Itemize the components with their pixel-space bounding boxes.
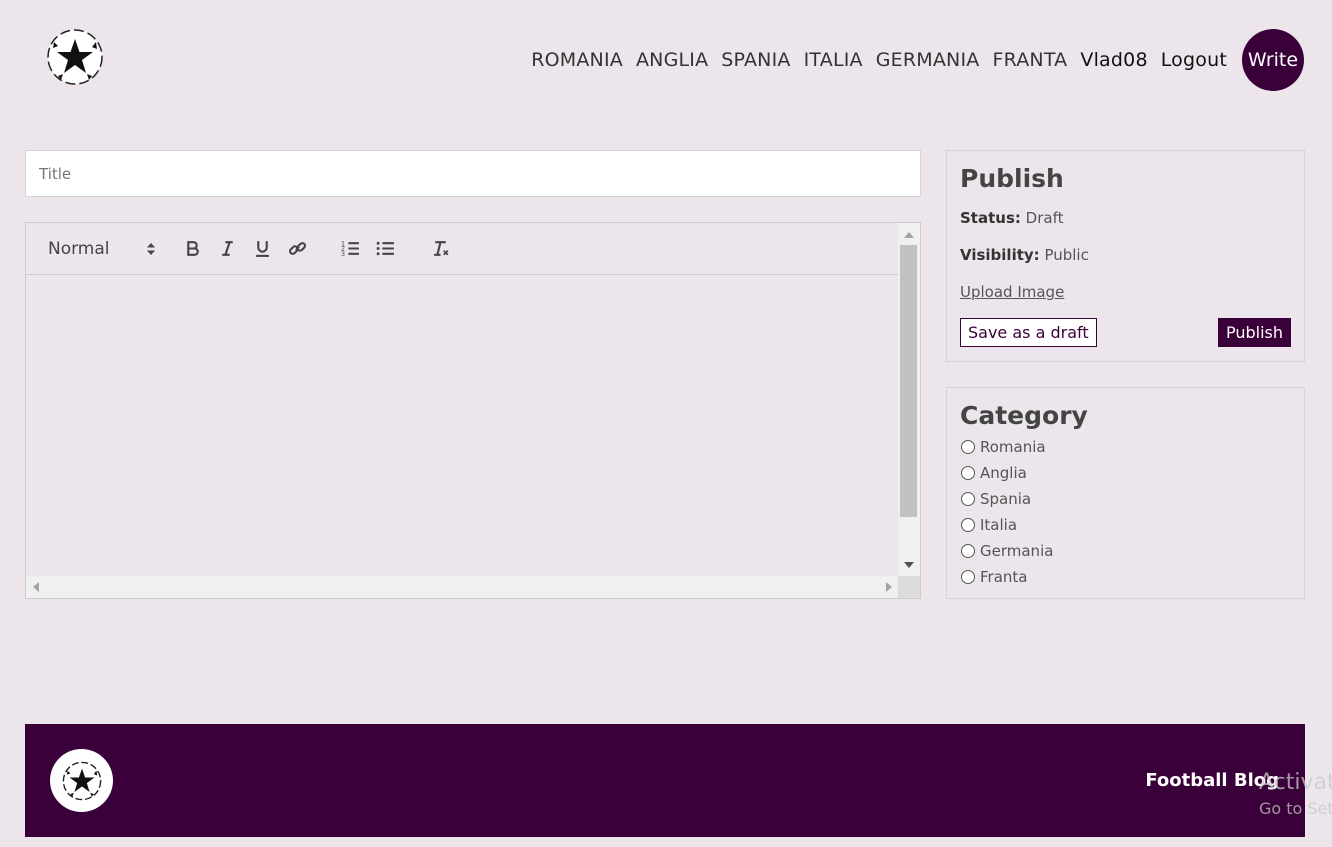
scrollbar-thumb[interactable] bbox=[900, 245, 917, 517]
nav-link-anglia[interactable]: ANGLIA bbox=[636, 49, 708, 71]
watermark-line-1: Activate Windows bbox=[1259, 770, 1332, 795]
link-icon bbox=[288, 242, 307, 255]
italic-button[interactable] bbox=[210, 235, 245, 263]
clear-format-icon bbox=[434, 241, 449, 256]
radio-button[interactable] bbox=[961, 440, 975, 454]
category-label: Italia bbox=[980, 516, 1018, 534]
clear-format-button[interactable] bbox=[423, 235, 458, 263]
nav-link-italia[interactable]: ITALIA bbox=[804, 49, 863, 71]
nav-link-spania[interactable]: SPANIA bbox=[721, 49, 790, 71]
category-option-anglia[interactable]: Anglia bbox=[960, 460, 1291, 486]
category-heading: Category bbox=[960, 401, 1088, 430]
write-button[interactable]: Write bbox=[1242, 29, 1304, 91]
category-panel: Category Romania Anglia Spania Italia Ge… bbox=[946, 387, 1305, 599]
vertical-scrollbar[interactable] bbox=[898, 223, 920, 577]
radio-button[interactable] bbox=[961, 466, 975, 480]
status-label: Status: bbox=[960, 209, 1021, 227]
category-label: Spania bbox=[980, 490, 1032, 508]
italic-icon bbox=[222, 241, 233, 256]
title-input[interactable] bbox=[25, 150, 921, 197]
radio-button[interactable] bbox=[961, 518, 975, 532]
scroll-right-arrow-icon[interactable] bbox=[886, 582, 892, 592]
user-name[interactable]: Vlad08 bbox=[1080, 49, 1147, 71]
publish-heading: Publish bbox=[960, 164, 1064, 193]
publish-panel: Publish Status: Draft Visibility: Public… bbox=[946, 150, 1305, 362]
scroll-down-arrow-icon[interactable] bbox=[904, 562, 914, 568]
save-draft-button[interactable]: Save as a draft bbox=[960, 318, 1097, 347]
underline-button[interactable] bbox=[245, 235, 280, 263]
category-label: Germania bbox=[980, 542, 1054, 560]
nav-link-romania[interactable]: ROMANIA bbox=[531, 49, 623, 71]
radio-button[interactable] bbox=[961, 492, 975, 506]
rich-text-editor: Normal 123 bbox=[25, 222, 921, 599]
footer-logo bbox=[50, 749, 113, 812]
category-label: Anglia bbox=[980, 464, 1027, 482]
category-label: Franta bbox=[980, 568, 1028, 586]
editor-content-area[interactable] bbox=[26, 276, 899, 576]
category-option-romania[interactable]: Romania bbox=[960, 434, 1291, 460]
bold-icon bbox=[187, 241, 199, 256]
nav-link-germania[interactable]: GERMANIA bbox=[876, 49, 980, 71]
horizontal-scrollbar[interactable] bbox=[26, 576, 899, 598]
radio-button[interactable] bbox=[961, 570, 975, 584]
top-navigation: ROMANIA ANGLIA SPANIA ITALIA GERMANIA FR… bbox=[518, 29, 1304, 91]
scroll-up-arrow-icon[interactable] bbox=[904, 232, 914, 238]
visibility-label: Visibility: bbox=[960, 246, 1040, 264]
category-list: Romania Anglia Spania Italia Germania Fr… bbox=[960, 434, 1291, 590]
category-option-italia[interactable]: Italia bbox=[960, 512, 1291, 538]
ordered-list-icon: 123 bbox=[341, 240, 359, 258]
scroll-left-arrow-icon[interactable] bbox=[33, 582, 39, 592]
publish-actions: Save as a draft Publish bbox=[960, 318, 1291, 347]
visibility-row: Visibility: Public bbox=[960, 246, 1291, 264]
format-picker[interactable]: Normal bbox=[48, 239, 156, 259]
visibility-value: Public bbox=[1044, 246, 1089, 264]
footer: Football Blog bbox=[25, 724, 1305, 837]
svg-text:3: 3 bbox=[341, 251, 345, 258]
status-value: Draft bbox=[1025, 209, 1064, 227]
status-row: Status: Draft bbox=[960, 209, 1291, 227]
scrollbar-corner bbox=[898, 576, 920, 598]
logout-link[interactable]: Logout bbox=[1161, 49, 1227, 71]
publish-button[interactable]: Publish bbox=[1217, 318, 1291, 347]
nav-link-franta[interactable]: FRANTA bbox=[992, 49, 1067, 71]
football-icon bbox=[62, 761, 101, 800]
windows-activation-watermark: Activate Windows Go to Settings to activ… bbox=[1259, 770, 1332, 818]
ordered-list-button[interactable]: 123 bbox=[333, 235, 368, 263]
category-label: Romania bbox=[980, 438, 1046, 456]
category-option-spania[interactable]: Spania bbox=[960, 486, 1291, 512]
sort-arrows-icon bbox=[147, 242, 155, 255]
category-option-germania[interactable]: Germania bbox=[960, 538, 1291, 564]
editor-toolbar: Normal 123 bbox=[26, 223, 899, 275]
bold-button[interactable] bbox=[175, 235, 210, 263]
radio-button[interactable] bbox=[961, 544, 975, 558]
link-button[interactable] bbox=[280, 235, 315, 263]
logo-icon[interactable] bbox=[46, 28, 104, 86]
bullet-list-button[interactable] bbox=[368, 235, 403, 263]
bullet-list-icon bbox=[376, 241, 394, 256]
upload-image-link[interactable]: Upload Image bbox=[960, 283, 1064, 301]
underline-icon bbox=[256, 241, 269, 257]
watermark-line-2: Go to Settings to activate Windows. bbox=[1259, 799, 1332, 818]
format-picker-label: Normal bbox=[48, 238, 110, 259]
category-option-franta[interactable]: Franta bbox=[960, 564, 1291, 590]
